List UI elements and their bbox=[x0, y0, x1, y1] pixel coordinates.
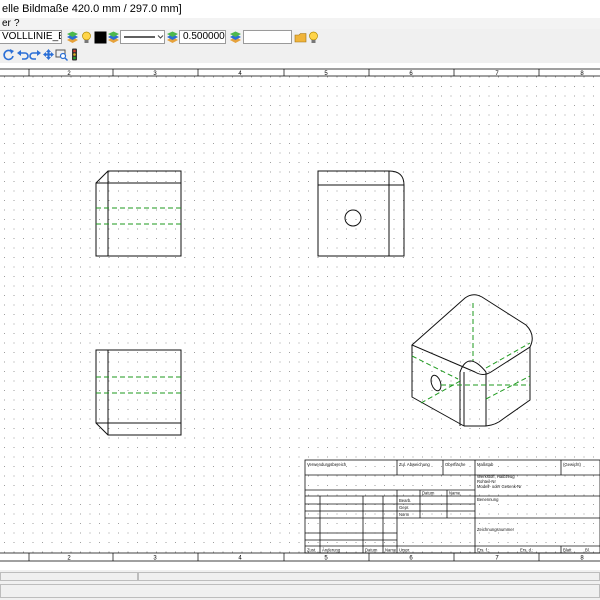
drawing-sheet[interactable]: 2 3 4 5 6 7 8 2 3 4 5 6 7 8 Verwendungsb… bbox=[0, 63, 600, 570]
title-block-field: Zust. bbox=[307, 548, 316, 553]
status-cell bbox=[0, 584, 600, 598]
title-block-field: Bearb. bbox=[399, 498, 411, 503]
lightbulb-icon[interactable] bbox=[307, 31, 320, 44]
ruler-number: 2 bbox=[67, 556, 71, 562]
title-block-field: Bl. bbox=[585, 548, 590, 553]
title-block-field: Verwendungsbereich bbox=[307, 462, 347, 467]
ruler-number: 7 bbox=[495, 556, 499, 562]
menu-item-er[interactable]: er bbox=[2, 18, 11, 29]
ruler-number: 6 bbox=[409, 556, 413, 562]
top-ruler: 2 3 4 5 6 7 8 bbox=[0, 68, 600, 77]
layer-stack-icon[interactable] bbox=[107, 31, 120, 44]
layer-stack-icon[interactable] bbox=[229, 31, 242, 44]
title-block-field: (Gewicht) bbox=[563, 462, 582, 467]
title-block-field: Modell- oder Gesenk-Nr bbox=[477, 484, 522, 489]
pan-icon[interactable] bbox=[42, 48, 55, 61]
ruler-number: 8 bbox=[580, 556, 584, 562]
ruler-number: 5 bbox=[324, 556, 328, 562]
title-block-field: Maßstab bbox=[477, 462, 494, 467]
title-block-field: Benennung bbox=[477, 497, 499, 502]
properties-toolbar: VOLLLINIE_BREIT 0.500000 bbox=[0, 29, 600, 48]
menu-item-help[interactable]: ? bbox=[14, 18, 20, 29]
status-cell bbox=[0, 572, 138, 581]
lightbulb-icon[interactable] bbox=[80, 31, 93, 44]
layer-stack-icon[interactable] bbox=[166, 31, 179, 44]
title-block-field: Datum bbox=[422, 491, 435, 496]
color-swatch-icon[interactable] bbox=[94, 31, 107, 44]
undo-icon[interactable] bbox=[16, 48, 29, 61]
title-block-field: Name bbox=[385, 548, 397, 553]
window-title: elle Bildmaße 420.0 mm / 297.0 mm] bbox=[2, 3, 182, 15]
ruler-number: 4 bbox=[238, 556, 242, 562]
redo-icon[interactable] bbox=[29, 48, 42, 61]
status-bar bbox=[0, 570, 600, 600]
title-block-field: Zeichnungsnummer bbox=[477, 527, 515, 532]
title-block-field: Urspr. bbox=[399, 548, 410, 553]
title-block-field: Gepr. bbox=[399, 505, 409, 510]
ruler-number: 3 bbox=[153, 556, 157, 562]
title-block-field: Name bbox=[449, 491, 461, 496]
line-width-field[interactable]: 0.500000 bbox=[179, 30, 226, 44]
title-block-field: Ers. f.: bbox=[477, 548, 489, 553]
view-toolbar bbox=[0, 47, 600, 63]
title-block-field: Blatt bbox=[563, 548, 572, 553]
drawing-canvas[interactable]: 2 3 4 5 6 7 8 2 3 4 5 6 7 8 Verwendungsb… bbox=[0, 63, 600, 570]
title-bar: elle Bildmaße 420.0 mm / 297.0 mm] bbox=[0, 0, 600, 19]
title-block-field: Zul. Abweichung bbox=[399, 462, 430, 467]
status-cell bbox=[138, 572, 600, 581]
title-block-field: Änderung bbox=[322, 548, 341, 553]
layer-stack-icon[interactable] bbox=[66, 31, 79, 44]
traffic-light-icon[interactable] bbox=[68, 48, 81, 61]
folder-icon[interactable] bbox=[294, 31, 307, 44]
title-block-field: Ers. d.: bbox=[520, 548, 533, 553]
line-style-dropdown[interactable] bbox=[120, 30, 165, 44]
title-block-field: Norm bbox=[399, 512, 410, 517]
title-block-field: Oberfläche bbox=[445, 462, 466, 467]
title-block-field: Datum bbox=[365, 548, 378, 553]
line-type-field[interactable]: VOLLLINIE_BREIT bbox=[0, 30, 62, 44]
refresh-icon[interactable] bbox=[2, 48, 15, 61]
text-field[interactable] bbox=[243, 30, 292, 44]
zoom-window-icon[interactable] bbox=[55, 48, 68, 61]
bottom-ruler: 2 3 4 5 6 7 8 bbox=[0, 552, 600, 562]
